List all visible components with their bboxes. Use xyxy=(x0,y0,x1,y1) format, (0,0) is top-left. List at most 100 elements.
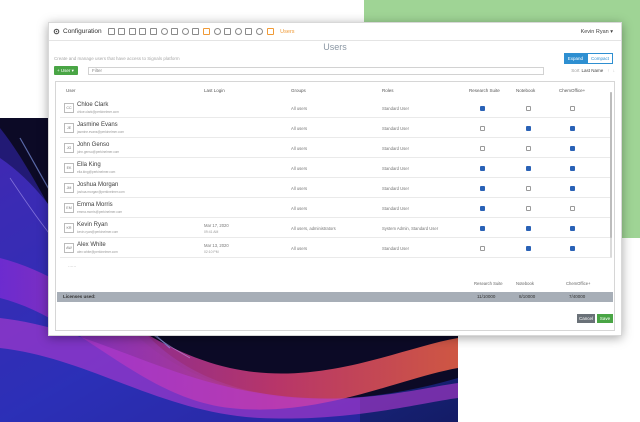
checkbox-chemoffice[interactable] xyxy=(570,186,575,191)
checkbox-research-suite[interactable] xyxy=(480,246,485,251)
table-row[interactable]: AW Alex White alex.white@perkinelmer.com Ma… xyxy=(60,238,610,258)
checkbox-notebook[interactable] xyxy=(526,226,531,231)
licenses-used-bar: Licenses used: 11/10000 8/10000 7/40000 xyxy=(57,292,613,302)
user-groups: All users xyxy=(291,106,308,111)
history-icon[interactable] xyxy=(255,28,263,35)
users-icon[interactable] xyxy=(266,28,274,35)
checkbox-research-suite[interactable] xyxy=(480,166,485,171)
checkbox-notebook[interactable] xyxy=(526,246,531,251)
view-expand-button[interactable]: Expand xyxy=(563,53,587,64)
header-notebook: Notebook xyxy=(516,88,536,93)
key-icon[interactable] xyxy=(213,28,221,35)
users-toolbar: + User ▾ Filter Sort Last Name ↑ ↓ xyxy=(54,66,616,75)
user-name[interactable]: Emma Morris xyxy=(77,202,113,208)
license-header-notebook: Notebook xyxy=(516,281,534,286)
user-name[interactable]: Kevin Ryan xyxy=(77,222,108,228)
info-icon[interactable] xyxy=(107,28,115,35)
warning-icon[interactable] xyxy=(203,28,211,35)
checkbox-chemoffice[interactable] xyxy=(570,206,575,211)
active-section-label[interactable]: Users xyxy=(280,29,294,35)
checkbox-research-suite[interactable] xyxy=(480,146,485,151)
user-roles: System Admin, Standard User xyxy=(382,226,439,231)
avatar: JE xyxy=(64,123,74,133)
checkbox-chemoffice[interactable] xyxy=(570,106,575,111)
avatar: EM xyxy=(64,203,74,213)
license-header-research-suite: Research Suite xyxy=(474,281,503,286)
checkbox-chemoffice[interactable] xyxy=(570,126,575,131)
license-header-chemoffice: ChemOffice+ xyxy=(566,281,591,286)
user-groups: All users, administrators xyxy=(291,226,336,231)
checkbox-notebook[interactable] xyxy=(526,106,531,111)
lock-icon[interactable] xyxy=(224,28,232,35)
checkbox-chemoffice[interactable] xyxy=(570,166,575,171)
user-name[interactable]: Ella King xyxy=(77,162,101,168)
user-groups: All users xyxy=(291,166,308,171)
licenses-notebook-value: 8/10000 xyxy=(519,294,536,299)
hierarchy-icon[interactable] xyxy=(171,28,179,35)
checkbox-chemoffice[interactable] xyxy=(570,146,575,151)
checkbox-research-suite[interactable] xyxy=(480,126,485,131)
share-icon[interactable] xyxy=(160,28,168,35)
user-email: jasmine.evans@perkinelmer.com xyxy=(77,130,124,134)
app-brand[interactable]: Configuration xyxy=(53,28,102,35)
header-roles: Roles xyxy=(382,88,394,93)
checkbox-research-suite[interactable] xyxy=(480,186,485,191)
user-name[interactable]: Joshua Morgan xyxy=(77,182,118,188)
sort-value[interactable]: Last Name xyxy=(581,68,603,73)
table-scrollbar[interactable] xyxy=(610,92,612,258)
sort-control[interactable]: Sort Last Name ↑ ↓ xyxy=(571,68,616,73)
user-roles: Standard User xyxy=(382,126,409,131)
shield-icon[interactable] xyxy=(234,28,242,35)
checkbox-research-suite[interactable] xyxy=(480,206,485,211)
checkbox-notebook[interactable] xyxy=(526,206,531,211)
table-header: User Last Login Groups Roles Research Su… xyxy=(56,82,614,96)
save-button[interactable]: Save xyxy=(597,314,613,323)
document-icon[interactable] xyxy=(128,28,136,35)
avatar: JM xyxy=(64,183,74,193)
view-compact-button[interactable]: Compact xyxy=(586,53,613,64)
avatar: AW xyxy=(64,243,74,253)
users-configuration-window: Configuration Users Kevin Ryan ▾ Users C… xyxy=(48,22,622,336)
licenses-chemoffice-value: 7/40000 xyxy=(569,294,586,299)
table-row[interactable]: JE Jasmine Evans jasmine.evans@perkinelmer… xyxy=(60,118,610,138)
checkbox-chemoffice[interactable] xyxy=(570,226,575,231)
table-icon[interactable] xyxy=(139,28,147,35)
user-name[interactable]: Chloe Clark xyxy=(77,102,108,108)
user-groups: All users xyxy=(291,186,308,191)
user-name[interactable]: John Genso xyxy=(77,142,109,148)
user-email: emma.morris@perkinelmer.com xyxy=(77,210,123,214)
filter-input[interactable]: Filter xyxy=(88,66,544,75)
checkbox-notebook[interactable] xyxy=(526,166,531,171)
user-menu[interactable]: Kevin Ryan ▾ xyxy=(581,29,613,35)
cancel-button[interactable]: Cancel xyxy=(577,314,595,323)
checkbox-research-suite[interactable] xyxy=(480,226,485,231)
table-row[interactable]: CC Chloe Clark chloe.clark@perkinelmer.com… xyxy=(60,98,610,118)
sort-arrows-icon[interactable]: ↑ ↓ xyxy=(607,68,616,73)
add-user-button[interactable]: + User ▾ xyxy=(54,66,78,75)
user-name[interactable]: Jasmine Evans xyxy=(77,122,118,128)
table-row[interactable]: JG John Genso john.genso@perkinelmer.com Al… xyxy=(60,138,610,158)
scrollbar-thumb[interactable] xyxy=(610,92,612,238)
table-row[interactable]: KR Kevin Ryan kevin.ryan@perkinelmer.com Ma… xyxy=(60,218,610,238)
table-row[interactable]: EK Ella King ella.king@perkinelmer.com All … xyxy=(60,158,610,178)
stack-icon[interactable] xyxy=(150,28,158,35)
avatar: KR xyxy=(64,223,74,233)
table-row[interactable]: EM Emma Morris emma.morris@perkinelmer.com… xyxy=(60,198,610,218)
user-email: joshua.morgan@perkinelmer.com xyxy=(77,190,125,194)
user-roles: Standard User xyxy=(382,146,409,151)
user-name[interactable]: Alex White xyxy=(77,242,106,248)
checkbox-notebook[interactable] xyxy=(526,186,531,191)
checkbox-notebook[interactable] xyxy=(526,146,531,151)
header-user: User xyxy=(66,88,76,93)
table-row[interactable]: JM Joshua Morgan joshua.morgan@perkinelmer… xyxy=(60,178,610,198)
checkbox-chemoffice[interactable] xyxy=(570,246,575,251)
users-table-panel: User Last Login Groups Roles Research Su… xyxy=(55,81,615,331)
user-email: kevin.ryan@perkinelmer.com xyxy=(77,230,119,234)
header-last-login: Last Login xyxy=(204,88,225,93)
settings-icon[interactable] xyxy=(181,28,189,35)
link-icon[interactable] xyxy=(245,28,253,35)
checkbox-research-suite[interactable] xyxy=(480,106,485,111)
list-icon[interactable] xyxy=(118,28,126,35)
checkbox-notebook[interactable] xyxy=(526,126,531,131)
grid-icon[interactable] xyxy=(192,28,200,35)
